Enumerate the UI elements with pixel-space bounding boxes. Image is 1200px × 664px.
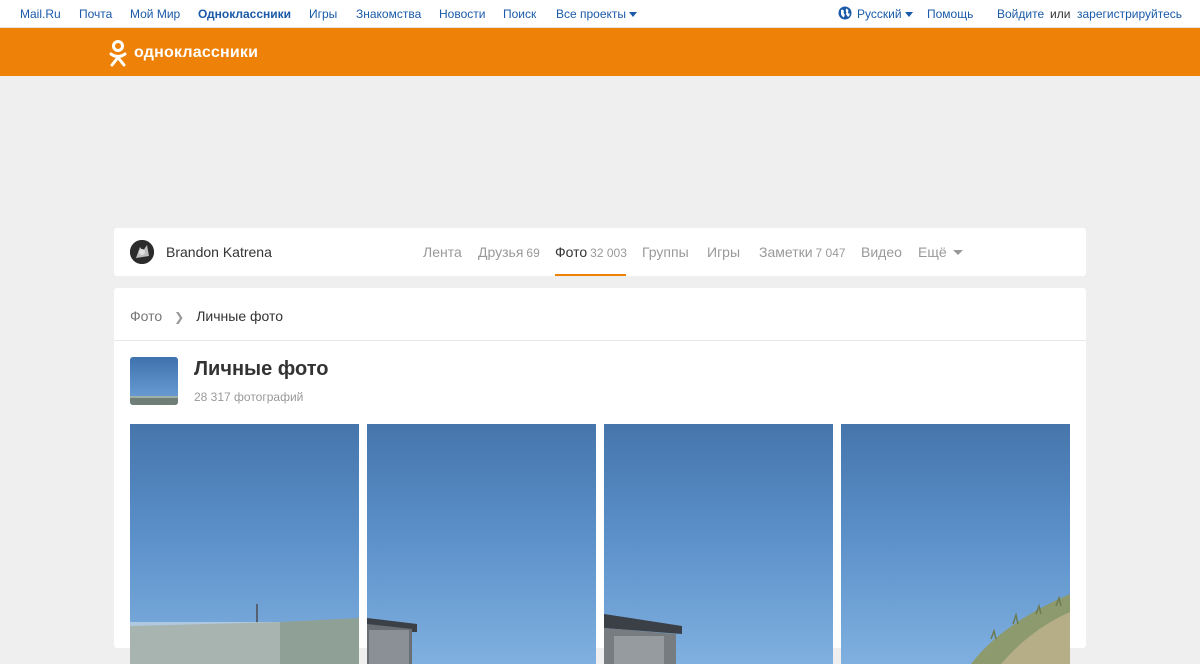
photo-thumbnail[interactable] (604, 424, 833, 664)
ok-logo-icon[interactable] (108, 39, 128, 67)
tab-more[interactable]: Ещё (918, 244, 963, 260)
tab-games[interactable]: Игры (707, 244, 740, 260)
album-cover-image (130, 396, 178, 405)
portal-link-ok[interactable]: Одноклассники (198, 7, 291, 21)
tab-label: Игры (707, 244, 741, 260)
portal-link-mail[interactable]: Почта (79, 7, 112, 21)
portal-link-search[interactable]: Поиск (503, 7, 536, 21)
photo-thumbnail[interactable] (130, 424, 359, 664)
tab-label: Видео (861, 244, 902, 260)
breadcrumb-root[interactable]: Фото (130, 308, 162, 324)
tab-photos[interactable]: Фото 32 003 (555, 244, 627, 260)
breadcrumb: Фото ❯ Личные фото (130, 308, 283, 324)
login-link[interactable]: Войдите (997, 7, 1044, 21)
or-text: или (1050, 7, 1071, 21)
profile-nav: Brandon Katrena Лента Друзья 69 Фото 32 00… (114, 228, 1086, 276)
photo-thumbnail[interactable] (367, 424, 596, 664)
photo-image (367, 618, 417, 664)
album-card: Фото ❯ Личные фото Личные фото 28 317 фото… (114, 288, 1086, 664)
globe-icon (838, 6, 852, 20)
logo-text[interactable]: одноклассники (134, 44, 258, 62)
register-link[interactable]: зарегистрируйтесь (1077, 7, 1182, 21)
photo-image (130, 604, 359, 664)
language-selector[interactable]: Русский (857, 7, 913, 21)
tab-label: Друзья (478, 244, 524, 260)
photo-image (971, 594, 1070, 664)
portal-link-dating[interactable]: Знакомства (356, 7, 421, 21)
chevron-right-icon: ❯ (174, 310, 185, 324)
chevron-down-icon (904, 12, 913, 17)
chevron-down-icon (629, 12, 638, 17)
tab-label: Заметки (759, 244, 813, 260)
help-link[interactable]: Помощь (927, 7, 973, 21)
avatar-image (130, 240, 154, 264)
portal-bar: Mail.Ru Почта Мой Мир Одноклассники Игры… (0, 0, 1200, 28)
tab-label: Группы (642, 244, 689, 260)
portal-link-mailru[interactable]: Mail.Ru (20, 7, 61, 21)
tab-video[interactable]: Видео (861, 244, 902, 260)
album-title: Личные фото (194, 358, 329, 380)
tab-groups[interactable]: Группы (642, 244, 689, 260)
tab-notes[interactable]: Заметки 7 047 (759, 244, 846, 260)
portal-all-projects-label: Все проекты (556, 7, 627, 21)
portal-all-projects[interactable]: Все проекты (556, 7, 638, 21)
portal-link-myworld[interactable]: Мой Мир (130, 7, 180, 21)
profile-name[interactable]: Brandon Katrena (166, 244, 272, 260)
album-cover[interactable] (130, 357, 178, 405)
divider (114, 340, 1086, 341)
portal-link-news[interactable]: Новости (439, 7, 485, 21)
tab-count: 69 (526, 246, 540, 260)
photo-image (604, 614, 682, 664)
tab-label: Фото (555, 244, 588, 260)
tab-count: 7 047 (815, 246, 846, 260)
tab-label: Лента (423, 244, 462, 260)
chevron-down-icon (952, 250, 963, 255)
breadcrumb-current: Личные фото (196, 308, 284, 324)
album-count: 28 317 фотографий (194, 390, 304, 404)
language-label: Русский (857, 7, 902, 21)
active-tab-indicator (555, 274, 626, 276)
tab-feed[interactable]: Лента (423, 244, 462, 260)
tab-count: 32 003 (590, 246, 627, 260)
portal-link-games[interactable]: Игры (309, 7, 337, 21)
site-header: одноклассники (0, 28, 1200, 76)
tab-friends[interactable]: Друзья 69 (478, 244, 540, 260)
tab-label: Ещё (918, 244, 947, 260)
avatar[interactable] (130, 240, 154, 264)
photo-thumbnail[interactable] (841, 424, 1070, 664)
